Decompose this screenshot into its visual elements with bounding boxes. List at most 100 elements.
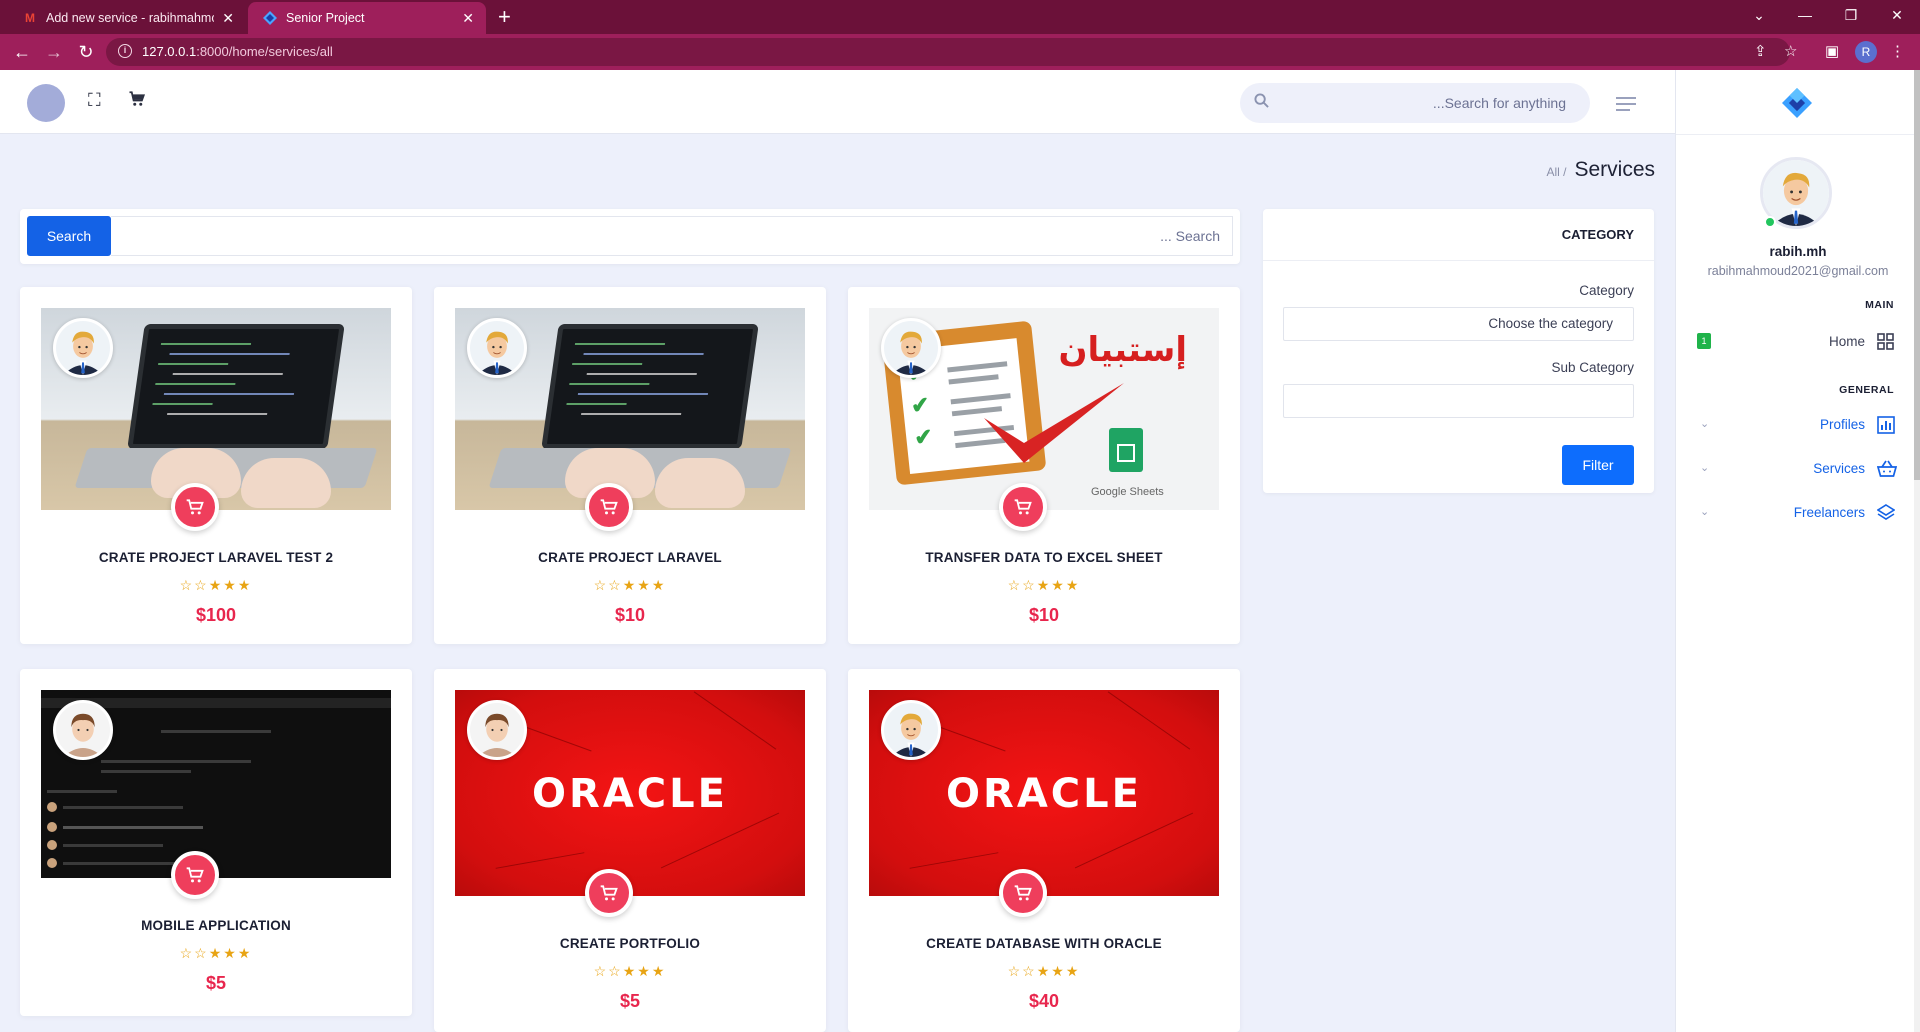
service-image[interactable]: ORACLE [869, 690, 1219, 896]
service-card[interactable]: CRATE PROJECT LARAVEL TEST 2 ☆☆★★★ $100 [20, 287, 412, 644]
add-to-cart-button[interactable] [585, 483, 633, 531]
section-main: MAIN [1865, 299, 1894, 311]
browser-tab-gmail[interactable]: M Add new service - rabihmahmou ✕ [8, 2, 246, 34]
close-tab-icon[interactable]: ✕ [222, 10, 234, 27]
add-to-cart-button[interactable] [999, 869, 1047, 917]
share-icon[interactable]: ⇪ [1754, 42, 1767, 60]
filter-button[interactable]: Filter [1562, 445, 1634, 485]
app-header: ⛶ ...Search for anything [0, 70, 1675, 134]
back-icon[interactable]: ← [10, 40, 34, 64]
image-oracle-logo: ORACLE [946, 771, 1142, 817]
site-info-icon[interactable]: i [118, 44, 132, 58]
chevron-down-icon: ⌄ [1700, 418, 1710, 430]
online-status-dot [1764, 216, 1776, 228]
global-search-input[interactable]: ...Search for anything [1240, 83, 1590, 123]
chevron-down-icon: ⌄ [1700, 506, 1710, 518]
service-title[interactable]: MOBILE APPLICATION [20, 918, 412, 933]
service-image[interactable] [41, 690, 391, 878]
service-title[interactable]: CRATE PROJECT LARAVEL TEST 2 [20, 550, 412, 565]
service-card[interactable]: ORACLE CREATE PORTFOLIO ☆☆★★★ $5 [434, 669, 826, 1032]
service-title[interactable]: CREATE DATABASE WITH ORACLE [848, 936, 1240, 951]
rating-stars: ☆☆★★★ [593, 963, 667, 979]
service-title[interactable]: CREATE PORTFOLIO [434, 936, 826, 951]
basket-icon [1876, 460, 1898, 478]
tab-title: Add new service - rabihmahmou [46, 11, 215, 25]
search-icon [1254, 93, 1269, 113]
subcategory-select[interactable] [1283, 384, 1634, 418]
rating-stars: ☆☆★★★ [179, 945, 253, 961]
menu-toggle-icon[interactable] [1616, 97, 1636, 115]
service-image[interactable] [41, 308, 391, 510]
side-panel-icon[interactable]: ▣ [1825, 42, 1839, 60]
url-text: 127.0.0.1:8000/home/services/all [142, 44, 333, 59]
page-scrollbar[interactable] [1914, 70, 1920, 1032]
service-image[interactable]: ORACLE [455, 690, 805, 896]
page-title: Services [1574, 158, 1655, 181]
cart-icon[interactable] [128, 90, 146, 113]
browser-menu-icon[interactable]: ⋮ [1890, 42, 1905, 60]
sidebar-item-label: Profiles [1819, 417, 1865, 432]
home-badge: 1 [1697, 333, 1711, 349]
restore-button[interactable]: ❐ [1828, 0, 1874, 30]
reload-icon[interactable]: ↻ [74, 40, 98, 64]
service-image[interactable]: ✔✔✔ إستبيان Google Sheets [869, 308, 1219, 510]
minimize-button[interactable]: — [1782, 0, 1828, 30]
breadcrumb-all-link[interactable]: All / [1546, 165, 1566, 179]
rating-stars: ☆☆★★★ [179, 577, 253, 593]
app-logo-icon[interactable] [1782, 88, 1812, 118]
user-name: rabih.mh [1769, 244, 1827, 259]
sidebar-item-home[interactable]: 1 Home [1676, 325, 1920, 359]
service-image[interactable] [455, 308, 805, 510]
cart-icon [186, 867, 204, 883]
header-avatar[interactable] [27, 84, 65, 122]
sidebar-item-profiles[interactable]: ⌄ Profiles [1676, 408, 1920, 442]
sidebar-item-freelancers[interactable]: ⌄ Freelancers [1676, 496, 1920, 530]
service-card[interactable]: ✔✔✔ إستبيان Google Sheets TRANSFER DATA … [848, 287, 1240, 644]
sidebar-item-services[interactable]: ⌄ Services [1676, 452, 1920, 486]
service-title[interactable]: CRATE PROJECT LARAVEL [434, 550, 826, 565]
user-email: rabihmahmoud2021@gmail.com [1707, 264, 1889, 278]
service-title[interactable]: TRANSFER DATA TO EXCEL SHEET [848, 550, 1240, 565]
browser-tab-senior-project[interactable]: Senior Project ✕ [248, 2, 486, 34]
seller-avatar[interactable] [881, 318, 941, 378]
service-card[interactable]: CRATE PROJECT LARAVEL ☆☆★★★ $10 [434, 287, 826, 644]
seller-avatar[interactable] [881, 700, 941, 760]
service-card[interactable]: MOBILE APPLICATION ☆☆★★★ $5 [20, 669, 412, 1016]
right-sidebar: rabih.mh rabihmahmoud2021@gmail.com MAIN… [1675, 70, 1920, 1032]
image-oracle-logo: ORACLE [532, 771, 728, 817]
seller-avatar[interactable] [467, 700, 527, 760]
bookmark-star-icon[interactable]: ☆ [1784, 42, 1797, 60]
add-to-cart-button[interactable] [999, 483, 1047, 531]
cart-icon [600, 885, 618, 901]
rating-stars: ☆☆★★★ [1007, 577, 1081, 593]
add-to-cart-button[interactable] [171, 483, 219, 531]
service-price: $10 [614, 605, 646, 625]
url-field[interactable]: i 127.0.0.1:8000/home/services/all [106, 38, 1790, 66]
service-price: $100 [195, 605, 237, 625]
service-search-input[interactable]: ... Search [111, 216, 1233, 256]
service-price: $5 [205, 973, 227, 993]
seller-avatar[interactable] [467, 318, 527, 378]
add-to-cart-button[interactable] [171, 851, 219, 899]
seller-avatar[interactable] [53, 700, 113, 760]
service-card[interactable]: ORACLE CREATE DATABASE WITH ORACLE ☆☆★★★… [848, 669, 1240, 1032]
scrollbar-thumb[interactable] [1914, 70, 1920, 480]
category-select[interactable]: Choose the category [1283, 307, 1634, 341]
forward-icon[interactable]: → [42, 40, 66, 64]
close-tab-icon[interactable]: ✕ [462, 10, 474, 27]
seller-avatar[interactable] [53, 318, 113, 378]
image-caption: Google Sheets [1091, 486, 1164, 498]
close-window-button[interactable]: ✕ [1874, 0, 1920, 30]
browser-profile-avatar[interactable]: R [1855, 41, 1877, 63]
filter-header: CATEGORY [1263, 209, 1654, 261]
add-to-cart-button[interactable] [585, 869, 633, 917]
google-sheets-icon [1109, 428, 1143, 472]
cart-icon [1014, 885, 1032, 901]
fullscreen-icon[interactable]: ⛶ [88, 90, 101, 111]
layers-icon [1876, 504, 1896, 522]
new-tab-button[interactable]: + [498, 4, 511, 30]
cart-icon [600, 499, 618, 515]
tab-search-icon[interactable]: ⌄ [1736, 0, 1782, 30]
search-button[interactable]: Search [27, 216, 111, 256]
service-price: $40 [1028, 991, 1060, 1011]
